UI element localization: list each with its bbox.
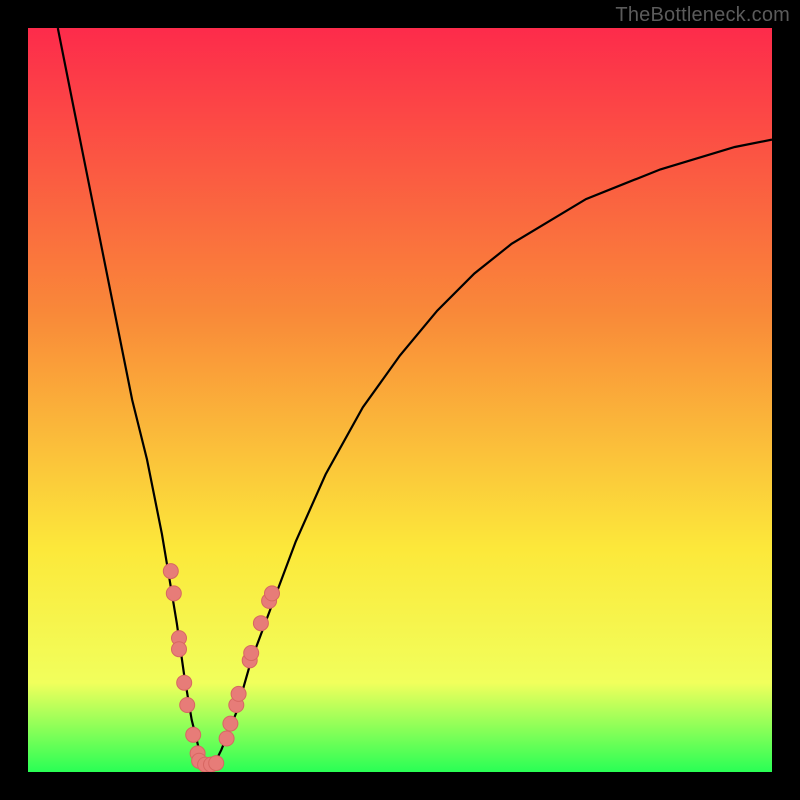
data-point [231, 686, 246, 701]
data-point [186, 727, 201, 742]
plot-area [28, 28, 772, 772]
data-point [223, 716, 238, 731]
data-point [172, 642, 187, 657]
data-point [244, 646, 259, 661]
data-point [253, 616, 268, 631]
data-point [177, 675, 192, 690]
gradient-background [28, 28, 772, 772]
data-point [166, 586, 181, 601]
data-point [163, 564, 178, 579]
chart-frame: TheBottleneck.com [0, 0, 800, 800]
chart-svg [28, 28, 772, 772]
data-point [265, 586, 280, 601]
data-point [209, 756, 224, 771]
data-point [219, 731, 234, 746]
watermark-text: TheBottleneck.com [615, 4, 790, 27]
data-point [180, 698, 195, 713]
